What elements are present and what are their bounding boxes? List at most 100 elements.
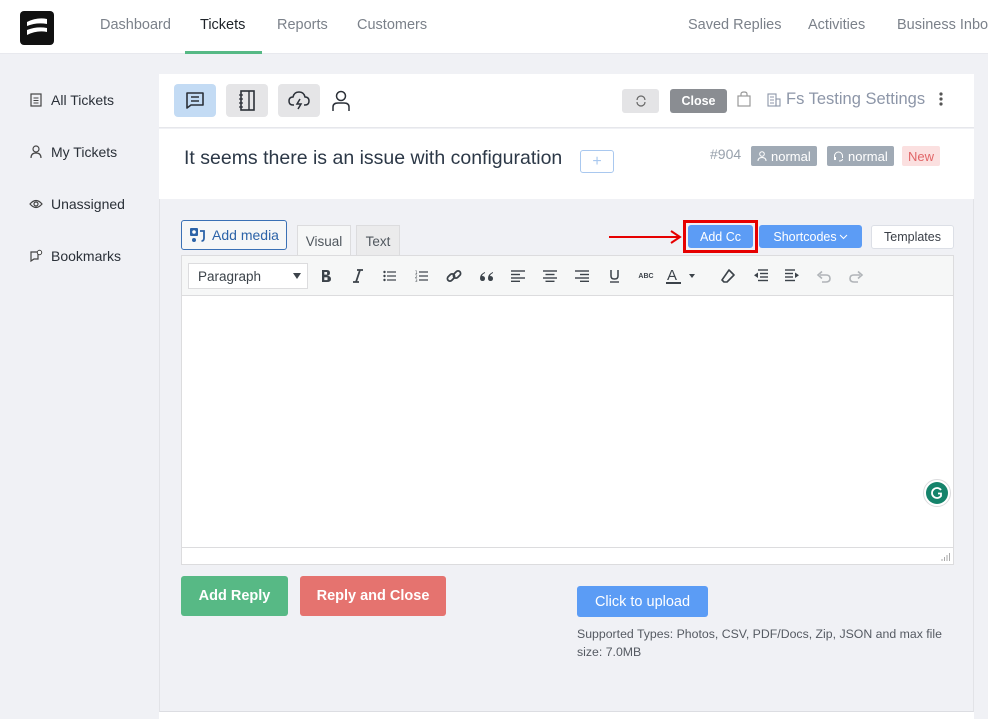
user-icon: [332, 90, 350, 111]
templates-button[interactable]: Templates: [871, 225, 954, 249]
mailbox-name: Fs Testing Settings: [786, 90, 926, 108]
ticket-header: It seems there is an issue with configur…: [159, 129, 974, 199]
status-badge: New: [902, 146, 941, 166]
grammarly-icon: [931, 487, 942, 499]
tab-text[interactable]: Text: [356, 225, 400, 256]
bold-icon: [322, 270, 331, 282]
bullet-list-button[interactable]: [379, 265, 401, 287]
sidebar-item-label: My Tickets: [51, 144, 118, 160]
sidebar-item-bookmarks[interactable]: Bookmarks: [29, 248, 121, 264]
shortcodes-dropdown[interactable]: Shortcodes: [759, 225, 862, 248]
top-navigation: Dashboard Tickets Reports Customers Save…: [0, 0, 988, 54]
caret-down-icon: [293, 273, 301, 279]
chevron-down-icon: [839, 234, 847, 239]
editor-content-area[interactable]: [182, 297, 953, 547]
align-right-button[interactable]: [571, 265, 593, 287]
align-left-icon: [511, 270, 525, 282]
conversation-tab[interactable]: [174, 84, 216, 117]
resize-handle-icon[interactable]: [941, 552, 950, 561]
format-select-value: Paragraph: [198, 268, 262, 284]
nav-business-inbox[interactable]: Business Inbox: [897, 17, 988, 33]
nav-saved-replies[interactable]: Saved Replies: [688, 17, 782, 33]
strikethrough-button[interactable]: ABC: [635, 265, 657, 287]
badge-label: normal: [848, 148, 888, 164]
active-tab-indicator: [185, 51, 262, 54]
next-section: [159, 712, 974, 719]
text-color-button[interactable]: A: [664, 265, 698, 287]
clear-formatting-button[interactable]: [717, 265, 739, 287]
editor-toolbar: Paragraph 123 ABC A: [182, 256, 953, 296]
priority-badge-customer[interactable]: normal: [751, 146, 817, 166]
align-center-icon: [543, 270, 557, 282]
reply-composer: Add media Visual Text Add Cc Shortcodes …: [159, 199, 974, 712]
app-logo[interactable]: [20, 11, 54, 45]
indent-button[interactable]: [781, 265, 803, 287]
notes-tab[interactable]: [226, 84, 268, 117]
nav-dashboard[interactable]: Dashboard: [100, 17, 171, 33]
building-icon: [767, 92, 781, 107]
nav-customers[interactable]: Customers: [357, 17, 427, 33]
ticket-toolbar: Close Fs Testing Settings: [159, 74, 974, 128]
bullet-list-icon: [383, 270, 396, 282]
add-reply-button[interactable]: Add Reply: [181, 576, 288, 616]
italic-icon: [353, 269, 363, 283]
close-ticket-button[interactable]: Close: [670, 89, 727, 113]
user-icon: [29, 145, 43, 159]
svg-text:A: A: [667, 267, 677, 284]
user-icon: [757, 150, 767, 161]
underline-button[interactable]: [603, 265, 625, 287]
more-options-icon[interactable]: [938, 91, 944, 112]
badge-label: normal: [771, 148, 811, 164]
add-cc-button[interactable]: Add Cc: [688, 225, 753, 248]
shortcodes-label: Shortcodes: [773, 229, 837, 244]
numbered-list-button[interactable]: 123: [411, 265, 433, 287]
integrations-tab[interactable]: [278, 84, 320, 117]
refresh-button[interactable]: [622, 89, 659, 113]
customer-tab[interactable]: [320, 84, 362, 117]
upload-button[interactable]: Click to upload: [577, 586, 708, 617]
sidebar-item-all-tickets[interactable]: All Tickets: [29, 92, 114, 108]
quote-icon: [479, 271, 493, 281]
bold-button[interactable]: [315, 265, 337, 287]
align-center-button[interactable]: [539, 265, 561, 287]
format-select[interactable]: Paragraph: [188, 263, 308, 289]
editor-status-bar: [182, 547, 953, 564]
annotation-arrow: [609, 230, 682, 244]
conversation-icon: [186, 92, 204, 109]
rich-text-editor: Paragraph 123 ABC A: [181, 255, 954, 565]
bag-icon[interactable]: [737, 91, 751, 112]
outdent-icon: [753, 269, 768, 282]
reply-and-close-button[interactable]: Reply and Close: [300, 576, 446, 616]
tab-visual[interactable]: Visual: [297, 225, 351, 256]
cloud-bolt-icon: [288, 90, 310, 109]
nav-reports[interactable]: Reports: [277, 17, 328, 33]
mailbox-settings-link[interactable]: Fs Testing Settings: [767, 90, 925, 109]
align-left-button[interactable]: [507, 265, 529, 287]
document-icon: [29, 93, 43, 107]
logo-icon: [27, 18, 47, 35]
sidebar-item-label: Unassigned: [51, 196, 125, 212]
sidebar-item-my-tickets[interactable]: My Tickets: [29, 144, 117, 160]
blockquote-button[interactable]: [475, 265, 497, 287]
italic-button[interactable]: [347, 265, 369, 287]
redo-icon: [849, 270, 864, 283]
strikethrough-icon: ABC: [638, 272, 654, 280]
add-media-button[interactable]: Add media: [181, 220, 287, 250]
refresh-icon: [635, 95, 646, 107]
outdent-button[interactable]: [749, 265, 771, 287]
ticket-title: It seems there is an issue with configur…: [184, 147, 563, 169]
nav-activities[interactable]: Activities: [808, 17, 865, 33]
eye-icon: [29, 197, 43, 211]
link-icon: [446, 270, 462, 282]
add-tag-button[interactable]: +: [580, 150, 614, 173]
add-media-label: Add media: [212, 227, 279, 243]
sidebar-item-unassigned[interactable]: Unassigned: [29, 196, 125, 212]
media-icon: [190, 228, 205, 242]
indent-icon: [784, 269, 799, 282]
undo-button[interactable]: [813, 265, 835, 287]
priority-badge-agent[interactable]: normal: [827, 146, 894, 166]
redo-button[interactable]: [845, 265, 867, 287]
link-button[interactable]: [443, 265, 465, 287]
grammarly-button[interactable]: [923, 479, 951, 507]
nav-tickets[interactable]: Tickets: [200, 17, 245, 33]
